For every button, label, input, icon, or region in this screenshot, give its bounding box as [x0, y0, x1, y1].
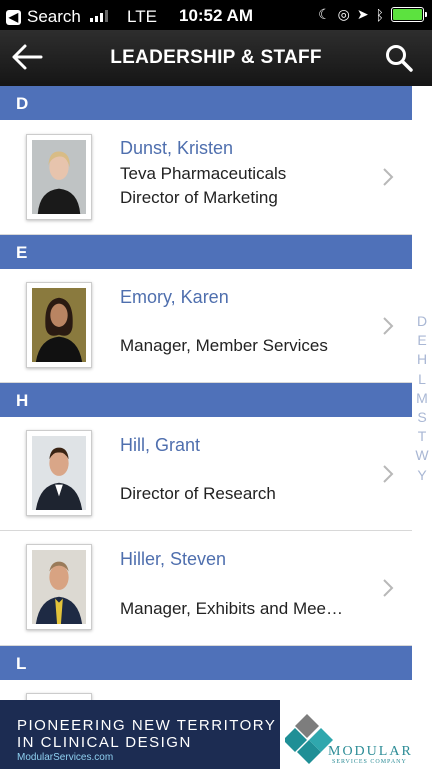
ad-text-panel[interactable]: PIONEERING NEW TERRITORY IN CLINICAL DES… — [0, 700, 280, 769]
profile-photo — [26, 544, 92, 630]
section-header-e: E — [0, 235, 412, 269]
list-item[interactable] — [0, 680, 412, 700]
profile-photo — [26, 430, 92, 516]
ad-logo-panel[interactable]: MODULAR SERVICES COMPANY — [280, 700, 432, 769]
index-letter-t[interactable]: T — [418, 427, 427, 446]
index-letter-s[interactable]: S — [417, 408, 426, 427]
index-letter-m[interactable]: M — [416, 389, 428, 408]
section-index[interactable]: DEHLMSTWY — [412, 86, 432, 700]
section-header-d: D — [0, 86, 412, 120]
person-name[interactable]: Emory, Karen — [120, 287, 229, 308]
profile-photo — [26, 134, 92, 220]
index-letter-y[interactable]: Y — [417, 466, 426, 485]
list-item[interactable]: Hill, Grant Director of Research — [0, 417, 412, 531]
location-icon: ➤ — [356, 6, 369, 22]
section-header-l: L — [0, 646, 412, 680]
search-icon[interactable] — [384, 43, 414, 73]
chevron-right-icon — [383, 579, 394, 597]
screen-lock-icon: ◎ — [337, 6, 350, 22]
person-name[interactable]: Hiller, Steven — [120, 549, 226, 570]
navigation-bar: LEADERSHIP & STAFF — [0, 30, 432, 86]
profile-photo — [26, 693, 92, 700]
list-item[interactable]: Dunst, Kristen Teva Pharmaceuticals Dire… — [0, 120, 412, 235]
person-title: Director of Research — [120, 484, 276, 503]
chevron-right-icon — [383, 168, 394, 186]
page-title: LEADERSHIP & STAFF — [110, 47, 322, 68]
person-name[interactable]: Hill, Grant — [120, 435, 200, 456]
bluetooth-icon: ᛒ — [375, 6, 384, 23]
status-bar: ◀ Search LTE 10:52 AM ☾ ◎ ➤ ᛒ — [0, 0, 432, 30]
staff-list[interactable]: D Dunst, Kristen Teva Pharmaceuticals Di… — [0, 86, 412, 700]
ad-url[interactable]: ModularServices.com — [17, 752, 113, 763]
ad-headline: PIONEERING NEW TERRITORY IN CLINICAL DES… — [17, 717, 276, 751]
list-item[interactable]: Hiller, Steven Manager, Exhibits and Mee… — [0, 531, 412, 646]
index-letter-w[interactable]: W — [415, 446, 428, 465]
person-title: Manager, Member Services — [120, 336, 328, 355]
profile-photo — [26, 282, 92, 368]
status-icons: ☾ ◎ ➤ ᛒ — [318, 6, 427, 23]
index-letter-d[interactable]: D — [417, 312, 427, 331]
ad-brand-tagline: SERVICES COMPANY — [332, 759, 407, 765]
chevron-right-icon — [383, 317, 394, 335]
battery-icon — [391, 7, 427, 22]
list-item[interactable]: Emory, Karen Manager, Member Services — [0, 269, 412, 383]
index-letter-e[interactable]: E — [417, 331, 426, 350]
ad-headline-line-1: PIONEERING NEW TERRITORY — [17, 717, 277, 734]
index-letter-h[interactable]: H — [417, 350, 427, 369]
person-name[interactable]: Dunst, Kristen — [120, 138, 233, 159]
index-letter-l[interactable]: L — [418, 370, 426, 389]
do-not-disturb-icon: ☾ — [318, 6, 331, 22]
ad-banner[interactable]: PIONEERING NEW TERRITORY IN CLINICAL DES… — [0, 700, 432, 769]
person-company: Teva Pharmaceuticals — [120, 164, 287, 183]
person-title: Director of Marketing — [120, 188, 278, 207]
ad-brand-name: MODULAR — [328, 744, 413, 759]
ad-headline-line-2: IN CLINICAL DESIGN — [17, 734, 192, 751]
person-title: Manager, Exhibits and Mee… — [120, 599, 344, 618]
section-header-h: H — [0, 383, 412, 417]
chevron-right-icon — [383, 465, 394, 483]
